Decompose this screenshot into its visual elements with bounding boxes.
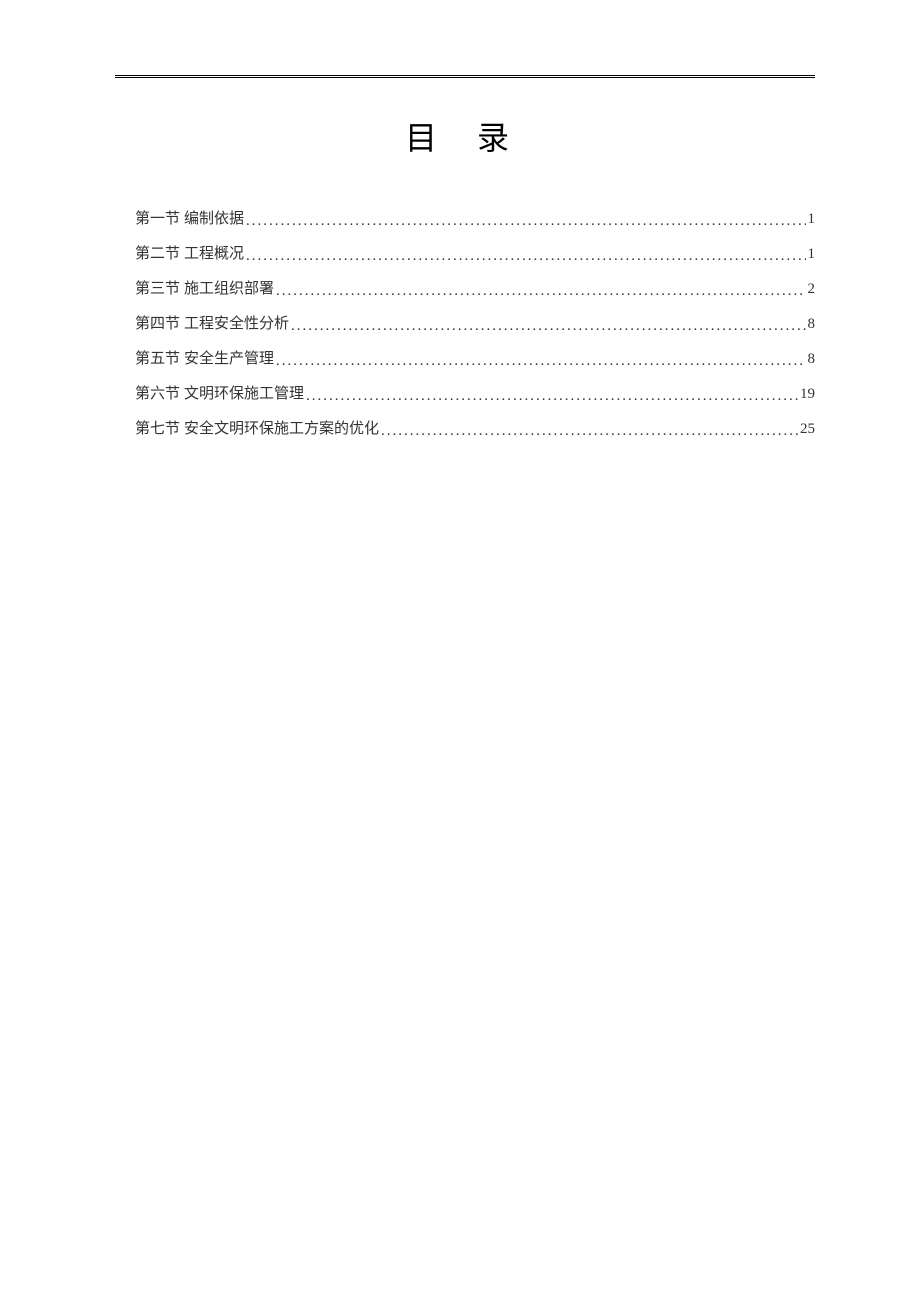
toc-section-label: 第一节 [135, 207, 180, 228]
toc-item: 第一节 编制依据 1 [135, 207, 815, 228]
toc-section-label: 第六节 [135, 382, 180, 403]
toc-item: 第二节 工程概况 1 [135, 242, 815, 263]
toc-entry-title: 施工组织部署 [184, 277, 274, 298]
toc-leader-dots [276, 283, 805, 300]
toc-page-number: 8 [808, 351, 816, 368]
toc-entry-title: 文明环保施工管理 [184, 382, 304, 403]
toc-section-label: 第四节 [135, 312, 180, 333]
toc-entry-title: 安全文明环保施工方案的优化 [184, 417, 379, 438]
toc-page-number: 19 [800, 386, 815, 403]
toc-section-label: 第三节 [135, 277, 180, 298]
header-divider [115, 75, 815, 78]
toc-entry-title: 安全生产管理 [184, 347, 274, 368]
toc-item: 第五节 安全生产管理 8 [135, 347, 815, 368]
toc-leader-dots [246, 213, 805, 230]
toc-leader-dots [381, 423, 798, 440]
toc-heading: 目 录 [115, 113, 815, 159]
toc-leader-dots [306, 388, 798, 405]
toc-entry-title: 编制依据 [184, 207, 244, 228]
document-page: 目 录 第一节 编制依据 1 第二节 工程概况 1 第三节 施工组织部署 2 第… [0, 0, 920, 438]
toc-item: 第七节 安全文明环保施工方案的优化 25 [135, 417, 815, 438]
toc-section-label: 第七节 [135, 417, 180, 438]
toc-section-label: 第二节 [135, 242, 180, 263]
toc-entry-title: 工程安全性分析 [184, 312, 289, 333]
toc-page-number: 2 [808, 281, 816, 298]
toc-page-number: 8 [808, 316, 816, 333]
toc-entry-title: 工程概况 [184, 242, 244, 263]
toc-item: 第四节 工程安全性分析 8 [135, 312, 815, 333]
toc-page-number: 1 [808, 211, 816, 228]
toc-page-number: 1 [808, 246, 816, 263]
toc-leader-dots [276, 353, 805, 370]
toc-item: 第六节 文明环保施工管理 19 [135, 382, 815, 403]
toc-list: 第一节 编制依据 1 第二节 工程概况 1 第三节 施工组织部署 2 第四节 工… [115, 207, 815, 438]
toc-page-number: 25 [800, 421, 815, 438]
toc-leader-dots [246, 248, 805, 265]
toc-section-label: 第五节 [135, 347, 180, 368]
toc-item: 第三节 施工组织部署 2 [135, 277, 815, 298]
toc-leader-dots [291, 318, 805, 335]
